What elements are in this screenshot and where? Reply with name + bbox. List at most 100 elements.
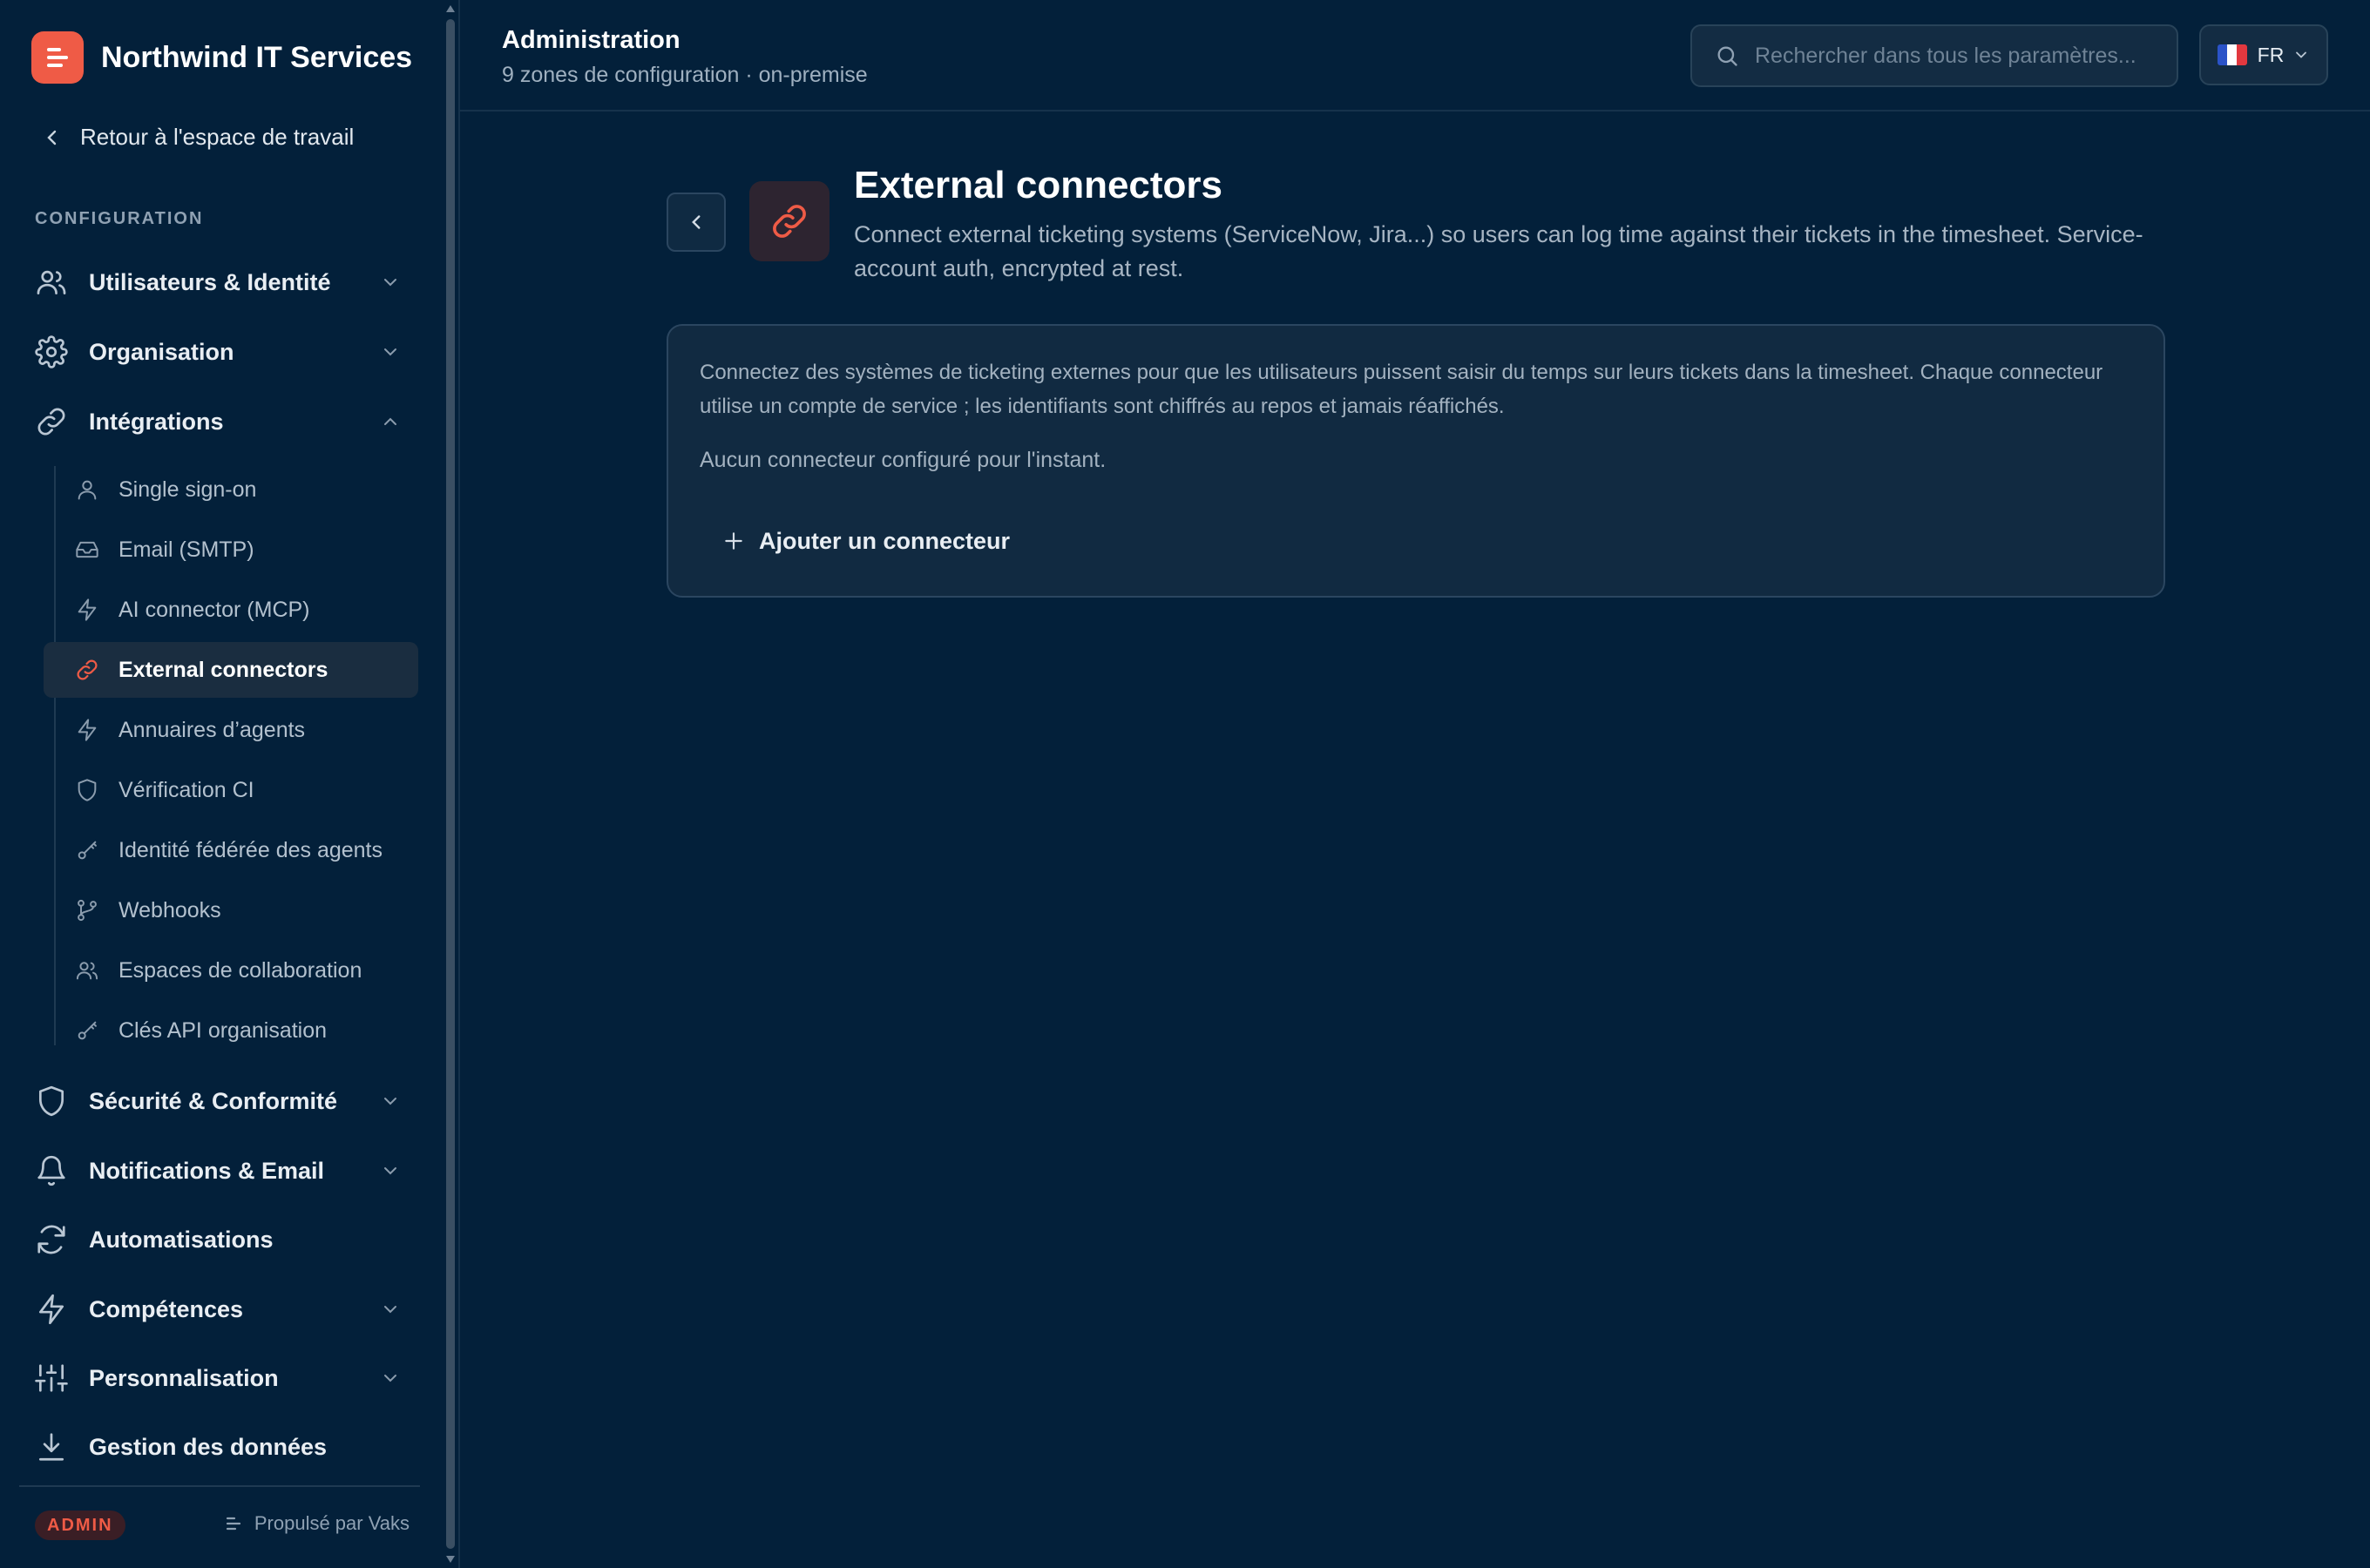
sidebar-item-email-smtp[interactable]: Email (SMTP) [44,522,418,578]
connectors-intro: Connectez des systèmes de ticketing exte… [700,361,2103,418]
git-branch-icon [78,899,97,922]
link-icon [37,408,65,436]
page-link-icon [749,181,830,261]
bell-icon [37,1155,65,1186]
plus-icon [725,532,742,550]
back-button[interactable] [667,193,726,252]
link-icon [77,659,98,680]
sidebar-item-label: Annuaires d’agents [118,717,306,742]
powered-by[interactable]: Propulsé par Vaks [223,1512,410,1535]
sidebar-group-label: Personnalisation [89,1364,279,1391]
language-code: FR [2257,43,2285,66]
shield-icon [38,1085,64,1117]
sidebar-item-single-sign-on[interactable]: Single sign-on [44,462,418,517]
sidebar-footer-divider [19,1485,420,1487]
sidebar-group-users-identity[interactable]: Utilisateurs & Identité [35,258,410,307]
download-icon [38,1433,64,1461]
section-label-configuration: CONFIGURATION [35,209,204,228]
page-description: Connect external ticketing systems (Serv… [854,221,2143,281]
sidebar-item-label: AI connector (MCP) [118,597,310,622]
search-icon [1717,46,1737,66]
connectors-card: Connectez des systèmes de ticketing exte… [667,324,2165,598]
chevron-down-icon [2296,51,2307,58]
key-icon [78,1021,97,1040]
sidebar-group-label: Organisation [89,338,234,365]
back-to-workspace-link[interactable]: Retour à l'espace de travail [42,124,354,151]
bolt-icon [78,719,97,741]
sidebar-item-federated-identity[interactable]: Identité fédérée des agents [44,822,418,878]
sidebar-item-label: Single sign-on [118,476,257,502]
sidebar-item-label: Identité fédérée des agents [118,837,383,862]
sliders-icon [35,1364,68,1392]
sidebar-item-agent-directories[interactable]: Annuaires d’agents [44,702,418,758]
sidebar-item-external-connectors[interactable]: External connectors [44,642,418,698]
sidebar-item-label: Email (SMTP) [118,537,254,562]
sidebar-group-label: Intégrations [89,408,224,435]
chevron-up-icon [384,417,396,425]
sidebar-group-integrations[interactable]: Intégrations [35,397,410,446]
sidebar-item-label: Espaces de collaboration [118,957,362,983]
chevron-down-icon [384,1375,396,1382]
header-subtitle: 9 zones de configuration · on-premise [502,63,868,87]
language-selector[interactable]: FR [2199,24,2328,85]
settings-search[interactable] [1690,24,2178,87]
brand-logo-icon [31,31,84,84]
brand-mark-icon [226,1517,240,1531]
flag-fr-icon [2217,44,2247,65]
inbox-icon [76,541,98,558]
sidebar-item-label: External connectors [118,657,328,682]
add-connector-label: Ajouter un connecteur [759,527,1011,554]
scroll-up-arrow-icon[interactable] [445,3,456,14]
sidebar-group-organisation[interactable]: Organisation [35,328,410,376]
chevron-down-icon [384,348,396,356]
role-badge-admin: ADMIN [35,1511,125,1540]
sidebar-item-label: Clés API organisation [118,1017,328,1043]
users-icon [37,270,66,295]
chevron-down-icon [384,1098,396,1105]
sidebar-group-label: Gestion des données [89,1433,328,1460]
users-icon [76,962,98,980]
bolt-icon [78,598,97,621]
key-icon [78,841,97,860]
sidebar-item-ci-verification[interactable]: Vérification CI [44,762,418,818]
sidebar-group-label: Automatisations [89,1226,274,1253]
shield-icon [78,779,97,801]
sidebar-item-label: Vérification CI [118,777,254,802]
sidebar-group-label: Compétences [89,1295,244,1322]
sidebar: Northwind IT Services Retour à l'espace … [0,0,444,1568]
sidebar-group-security-compliance[interactable]: Sécurité & Conformité [35,1077,410,1125]
sidebar-group-notifications-email[interactable]: Notifications & Email [35,1146,410,1195]
chevron-down-icon [384,1306,396,1314]
connectors-empty-state: Aucun connecteur configuré pour l'instan… [700,448,1107,472]
sidebar-group-label: Notifications & Email [89,1157,325,1184]
sidebar-group-customization[interactable]: Personnalisation [35,1354,410,1402]
chevron-down-icon [384,1167,396,1175]
chevron-left-icon [47,130,57,145]
chevron-down-icon [384,279,396,287]
sidebar-group-data-management[interactable]: Gestion des données [35,1423,410,1471]
search-input[interactable] [1755,43,2164,69]
sidebar-item-label: Webhooks [118,897,221,923]
sidebar-item-org-api-keys[interactable]: Clés API organisation [44,1003,418,1058]
sidebar-group-label: Sécurité & Conformité [89,1087,338,1114]
scroll-down-arrow-icon[interactable] [445,1554,456,1565]
brand[interactable]: Northwind IT Services [31,31,412,84]
powered-by-label: Propulsé par Vaks [254,1512,410,1534]
sidebar-group-skills[interactable]: Compétences [35,1285,410,1334]
sidebar-item-webhooks[interactable]: Webhooks [44,882,418,938]
top-header: Administration 9 zones de configuration … [460,0,2370,112]
bolt-icon [38,1294,64,1325]
header-title: Administration [502,26,681,54]
chevron-left-icon [692,215,701,229]
sidebar-group-automations[interactable]: Automatisations [35,1215,410,1264]
sidebar-group-label: Utilisateurs & Identité [89,268,331,295]
brand-name: Northwind IT Services [101,40,413,74]
refresh-icon [37,1225,65,1254]
back-to-workspace-label: Retour à l'espace de travail [80,124,355,150]
sidebar-item-collaboration-spaces[interactable]: Espaces de collaboration [44,943,418,998]
sidebar-scrollbar-thumb[interactable] [446,19,455,1549]
page-title: External connectors [854,164,1223,206]
add-connector-button[interactable]: Ajouter un connecteur [722,519,1010,563]
user-icon [78,480,97,500]
sidebar-item-ai-connector[interactable]: AI connector (MCP) [44,582,418,638]
